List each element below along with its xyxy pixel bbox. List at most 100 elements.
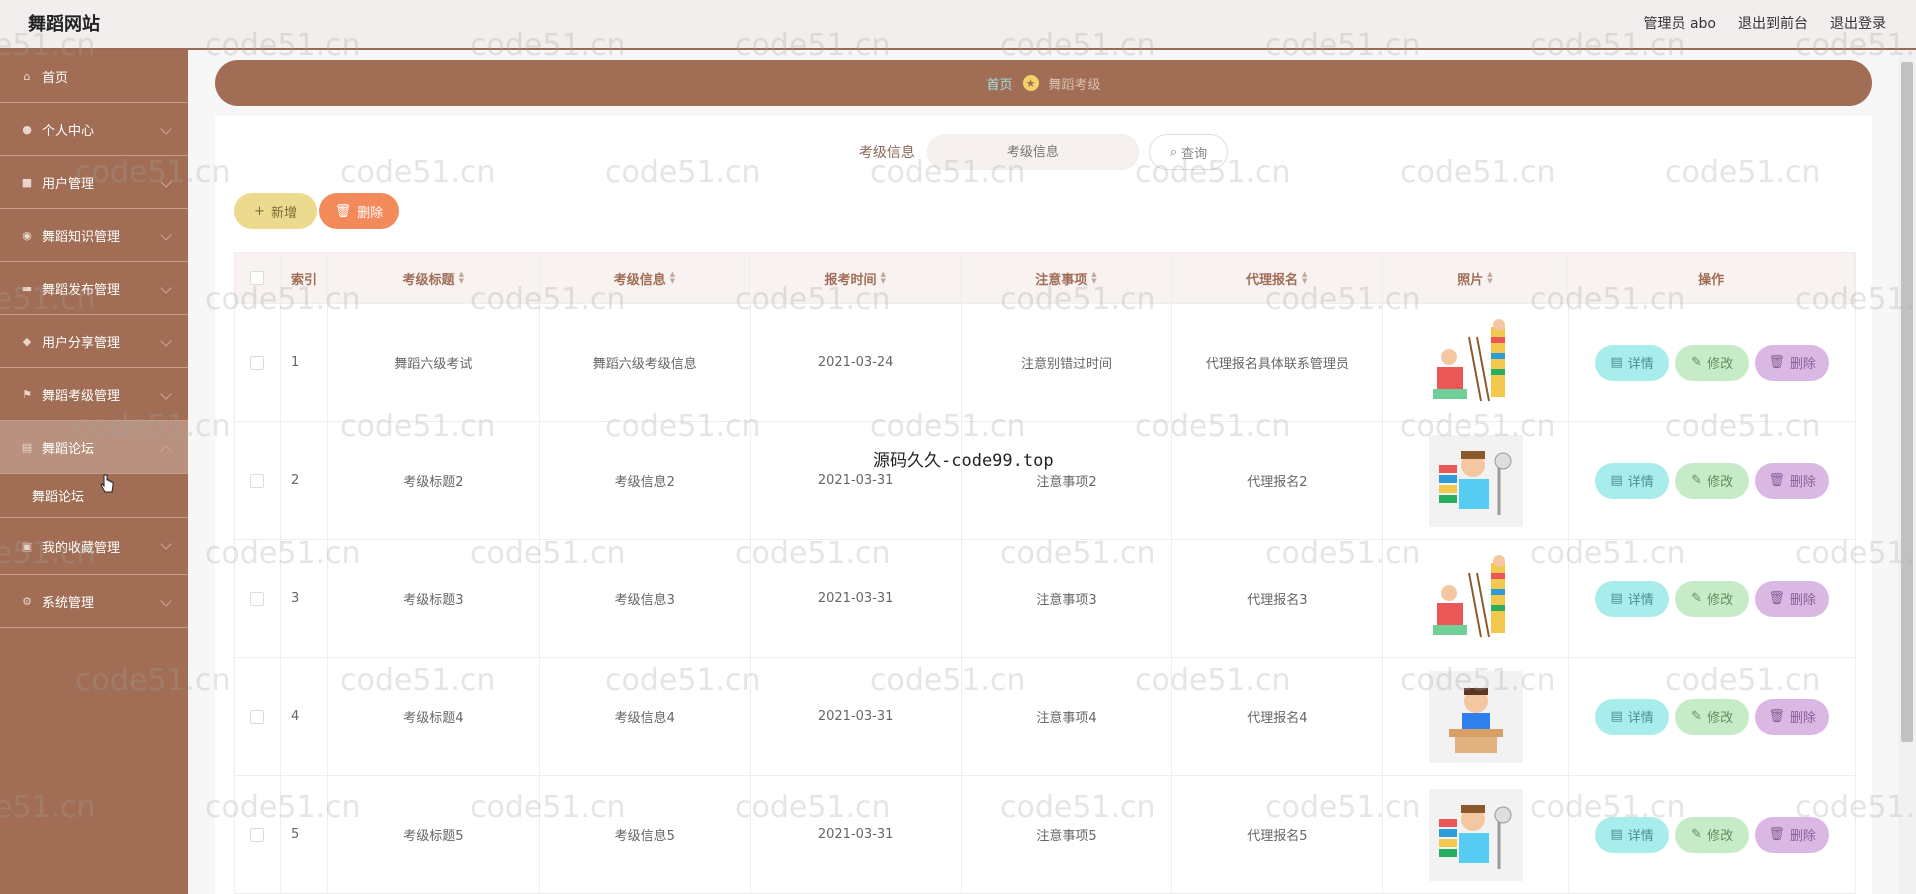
detail-button[interactable]: ▤ 详情 (1595, 816, 1670, 853)
row-select-cell (235, 540, 281, 657)
delete-button-label: 删除 (1789, 593, 1816, 608)
edit-button[interactable]: ✎ 修改 (1675, 816, 1750, 853)
cell-photo (1383, 422, 1570, 539)
row-checkbox[interactable] (250, 591, 265, 606)
table-row: 5 考级标题5 考级信息5 2021-03-31 注意事项5 代理报名5 ▤ 详情… (234, 776, 1857, 894)
edit-button-label: 修改 (1707, 357, 1734, 372)
chevron-down-icon (160, 176, 172, 188)
row-checkbox[interactable] (250, 709, 265, 724)
header-label: 代理报名 (1245, 272, 1298, 288)
cell-index: 1 (281, 304, 328, 421)
scrollbar-thumb[interactable] (1901, 62, 1913, 742)
trash-icon: 🗑 (1768, 709, 1785, 724)
sidebar-item-dance-exam[interactable]: ⚑ 舞蹈考级管理 (0, 368, 188, 421)
sidebar-item-user-management[interactable]: ■ 用户管理 (0, 156, 188, 209)
trash-icon: 🗑 (1768, 355, 1785, 370)
row-checkbox[interactable] (250, 473, 265, 488)
document-icon: ▤ (1610, 355, 1623, 370)
delete-button[interactable]: 🗑 删除 (1755, 462, 1830, 499)
delete-button[interactable]: 🗑 删除 (1755, 344, 1830, 381)
trash-icon: 🗑 (1768, 473, 1785, 488)
cell-date: 2021-03-31 (751, 422, 962, 539)
header-date[interactable]: 报考时间 ▲ ▼ (750, 253, 962, 303)
detail-button-label: 详情 (1627, 357, 1654, 372)
delete-button-label: 删除 (357, 205, 384, 221)
detail-button-label: 详情 (1627, 475, 1654, 490)
vertical-scrollbar[interactable] (1898, 50, 1916, 894)
sidebar-item-label: 用户管理 (42, 176, 95, 192)
cell-date: 2021-03-31 (751, 658, 962, 775)
chevron-down-icon (160, 388, 172, 400)
chevron-up-icon (160, 445, 172, 457)
cell-title: 考级标题3 (328, 540, 540, 657)
logout-link[interactable]: 退出登录 (1830, 13, 1886, 33)
sidebar-item-system[interactable]: ⚙ 系统管理 (0, 575, 188, 628)
detail-button-label: 详情 (1627, 829, 1654, 844)
sidebar-item-label: 舞蹈知识管理 (42, 229, 121, 245)
header-label: 注意事项 (1035, 272, 1088, 288)
sidebar-item-my-favorites[interactable]: ▣ 我的收藏管理 (0, 518, 188, 575)
exam-photo-thumbnail[interactable] (1428, 434, 1523, 527)
header-label: 报考时间 (824, 272, 877, 288)
pencil-icon: ✎ (1691, 355, 1703, 370)
header-photo[interactable]: 照片 ▲ ▼ (1383, 253, 1569, 303)
row-checkbox[interactable] (250, 827, 265, 842)
exam-photo-thumbnail[interactable] (1428, 670, 1523, 763)
detail-button[interactable]: ▤ 详情 (1595, 580, 1670, 617)
forum-icon: ▤ (21, 440, 33, 454)
sidebar-item-user-share[interactable]: ◆ 用户分享管理 (0, 315, 188, 368)
detail-button[interactable]: ▤ 详情 (1595, 344, 1670, 381)
chevron-down-icon (160, 595, 172, 607)
search-input[interactable] (926, 134, 1139, 170)
header-title[interactable]: 考级标题 ▲ ▼ (328, 253, 540, 303)
sidebar-subitem-dance-forum[interactable]: 舞蹈论坛 (0, 474, 188, 518)
chevron-down-icon (160, 335, 172, 347)
select-all-checkbox[interactable] (250, 271, 265, 285)
header-label: 考级信息 (613, 272, 666, 288)
delete-button[interactable]: 🗑 删除 (1755, 816, 1830, 853)
edit-button[interactable]: ✎ 修改 (1675, 462, 1750, 499)
search-button[interactable]: ⌕ 查询 (1148, 134, 1229, 170)
exam-photo-thumbnail[interactable] (1428, 788, 1523, 881)
edit-button-label: 修改 (1707, 475, 1734, 490)
cell-info: 考级信息3 (540, 540, 751, 657)
sidebar-item-dance-forum[interactable]: ▤ 舞蹈论坛 (0, 421, 188, 474)
edit-button[interactable]: ✎ 修改 (1675, 580, 1750, 617)
sidebar-item-dance-knowledge[interactable]: ◉ 舞蹈知识管理 (0, 209, 188, 262)
edit-button-label: 修改 (1707, 829, 1734, 844)
sort-icon: ▲ ▼ (1302, 270, 1308, 285)
top-right-links: 管理员 abo 退出到前台 退出登录 (1644, 13, 1886, 33)
cell-agent: 代理报名4 (1172, 658, 1384, 775)
sidebar-item-dance-publish[interactable]: ▬ 舞蹈发布管理 (0, 262, 188, 315)
table-row: 4 考级标题4 考级信息4 2021-03-31 注意事项4 代理报名4 ▤ 详情… (234, 658, 1857, 776)
header-info[interactable]: 考级信息 ▲ ▼ (540, 253, 751, 303)
breadcrumb-home-link[interactable]: 首页 (986, 74, 1012, 93)
cell-notes: 注意事项4 (962, 658, 1173, 775)
exam-photo-thumbnail[interactable] (1428, 552, 1523, 645)
sidebar-item-home[interactable]: ⌂ 首页 (0, 50, 188, 103)
trash-icon: 🗑 (1768, 591, 1785, 606)
batch-delete-button[interactable]: 🗑 删除 (319, 193, 399, 229)
table-body: 1 舞蹈六级考试 舞蹈六级考级信息 2021-03-24 注意别错过时间 代理报… (234, 304, 1857, 894)
row-checkbox[interactable] (250, 355, 265, 370)
exam-photo-thumbnail[interactable] (1428, 316, 1523, 409)
cell-date: 2021-03-31 (751, 776, 962, 893)
cell-photo (1383, 304, 1570, 421)
cell-notes: 注意事项2 (962, 422, 1173, 539)
sidebar-item-personal-center[interactable]: ● 个人中心 (0, 103, 188, 156)
exit-to-front-link[interactable]: 退出到前台 (1738, 13, 1808, 33)
delete-button[interactable]: 🗑 删除 (1755, 580, 1830, 617)
action-row: + 新增 🗑 删除 (234, 193, 399, 229)
add-button[interactable]: + 新增 (234, 193, 317, 229)
delete-button-label: 删除 (1789, 711, 1816, 726)
header-agent[interactable]: 代理报名 ▲ ▼ (1172, 253, 1383, 303)
detail-button[interactable]: ▤ 详情 (1595, 462, 1670, 499)
header-ops: 操作 (1568, 253, 1855, 303)
edit-button[interactable]: ✎ 修改 (1675, 698, 1750, 735)
sidebar-item-label: 舞蹈考级管理 (42, 388, 121, 404)
edit-button[interactable]: ✎ 修改 (1675, 344, 1750, 381)
detail-button[interactable]: ▤ 详情 (1595, 698, 1670, 735)
header-notes[interactable]: 注意事项 ▲ ▼ (961, 253, 1172, 303)
delete-button[interactable]: 🗑 删除 (1755, 698, 1830, 735)
current-user: 管理员 abo (1643, 16, 1716, 32)
